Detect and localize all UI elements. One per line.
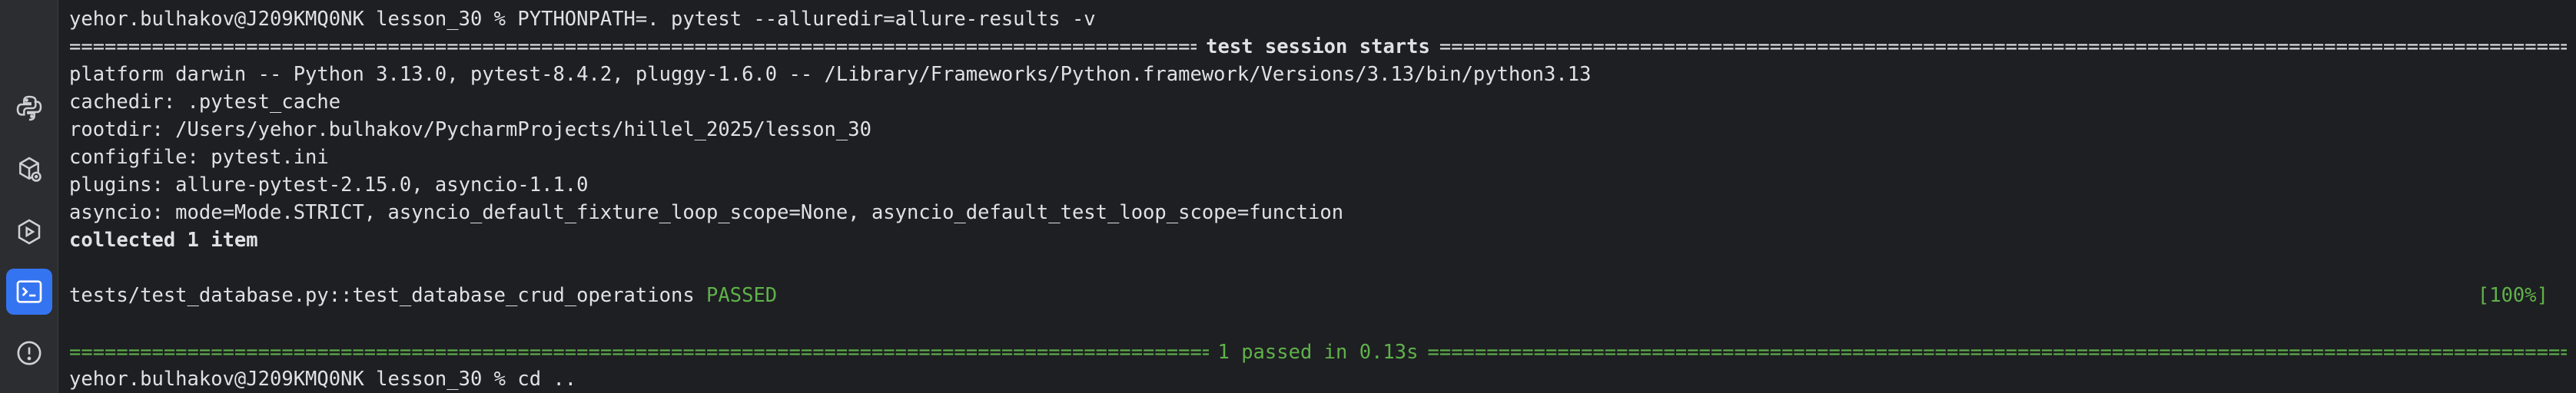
- ide-window: yehor.bulhakov@J209KMQ0NK lesson_30 % PY…: [0, 0, 2576, 393]
- tool-window-sidebar: [0, 0, 58, 393]
- rootdir-line: rootdir: /Users/yehor.bulhakov/PycharmPr…: [69, 118, 871, 141]
- session-header: test session starts: [1206, 35, 1430, 58]
- problems-icon: [17, 341, 41, 365]
- terminal-output[interactable]: yehor.bulhakov@J209KMQ0NK lesson_30 % PY…: [69, 0, 2567, 393]
- session-header-separator: test session starts: [69, 33, 2567, 61]
- prompt-line: yehor.bulhakov@J209KMQ0NK lesson_30 % cd…: [69, 368, 577, 391]
- python-console-icon: [16, 95, 42, 121]
- platform-line: platform darwin -- Python 3.13.0, pytest…: [69, 63, 1592, 86]
- separator-left: [69, 339, 1209, 366]
- collected-line: collected 1 item: [69, 229, 258, 252]
- problems-button[interactable]: [6, 330, 52, 376]
- services-button[interactable]: [6, 209, 52, 255]
- command-line: yehor.bulhakov@J209KMQ0NK lesson_30 % PY…: [69, 8, 1096, 31]
- separator-right: [1439, 33, 2567, 61]
- test-status: PASSED: [706, 284, 778, 307]
- cachedir-line: cachedir: .pytest_cache: [69, 91, 341, 114]
- terminal-icon: [16, 280, 42, 303]
- separator-right: [1428, 339, 2568, 366]
- python-packages-icon: [19, 157, 41, 182]
- services-icon: [18, 219, 41, 245]
- summary-separator: 1 passed in 0.13s: [69, 339, 2567, 366]
- plugins-line: plugins: allure-pytest-2.15.0, asyncio-1…: [69, 173, 589, 196]
- python-console-button[interactable]: [6, 85, 52, 131]
- test-progress: [100%]: [2477, 284, 2548, 307]
- python-packages-button[interactable]: [6, 147, 52, 193]
- test-result-line: tests/test_database.py::test_database_cr…: [69, 282, 777, 309]
- asyncio-line: asyncio: mode=Mode.STRICT, asyncio_defau…: [69, 201, 1344, 224]
- configfile-line: configfile: pytest.ini: [69, 146, 329, 169]
- summary-text: 1 passed in 0.13s: [1217, 341, 1419, 364]
- test-name: tests/test_database.py::test_database_cr…: [69, 284, 695, 307]
- separator-left: [69, 33, 1197, 61]
- terminal-button[interactable]: [6, 269, 52, 315]
